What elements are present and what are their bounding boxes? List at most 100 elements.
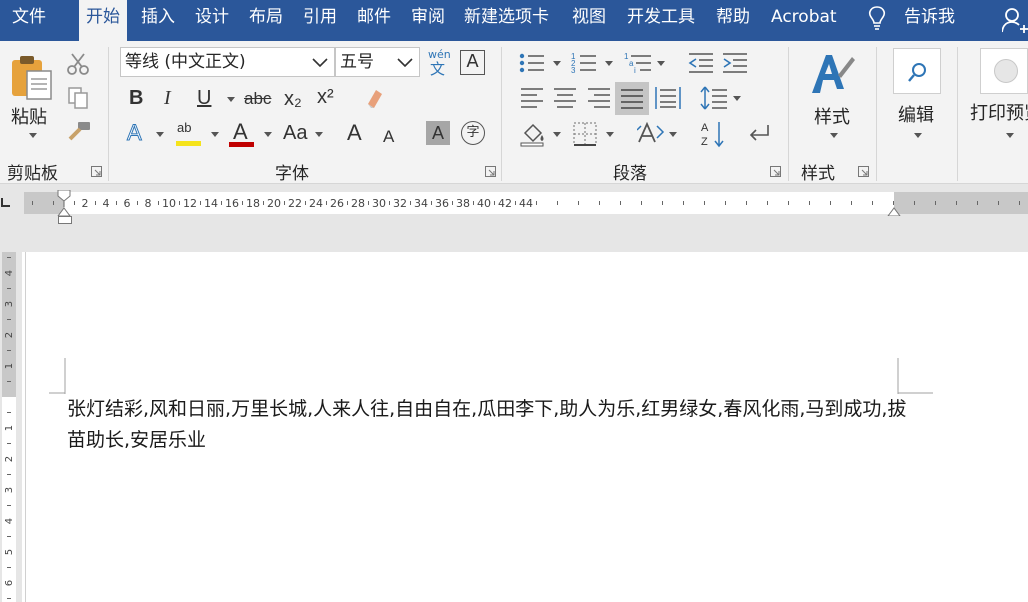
print-preview-button[interactable] bbox=[980, 48, 1028, 94]
align-right-icon[interactable] bbox=[587, 87, 611, 109]
clipboard-launcher-icon[interactable] bbox=[91, 166, 102, 177]
paste-icon[interactable] bbox=[9, 53, 53, 101]
format-painter-icon[interactable] bbox=[66, 121, 92, 143]
tab-mailings[interactable]: 邮件 bbox=[357, 0, 391, 34]
clipboard-group-label: 剪贴板 bbox=[7, 164, 58, 184]
chevron-down-icon[interactable] bbox=[605, 61, 613, 66]
tab-view[interactable]: 视图 bbox=[572, 0, 606, 34]
phonetic-guide-button[interactable]: wén 文 bbox=[428, 49, 452, 79]
underline-button[interactable]: U bbox=[197, 86, 211, 110]
styles-label[interactable]: 样式 bbox=[814, 103, 850, 129]
grow-font-button[interactable]: A bbox=[347, 121, 362, 145]
left-indent-marker[interactable] bbox=[58, 216, 72, 224]
tab-layout[interactable]: 布局 bbox=[249, 0, 283, 34]
ruler-number: 18 bbox=[246, 197, 260, 210]
show-marks-icon[interactable] bbox=[748, 123, 770, 143]
character-shading-button[interactable]: A bbox=[426, 121, 450, 145]
chevron-down-icon[interactable] bbox=[227, 97, 235, 102]
chevron-down-icon[interactable] bbox=[830, 133, 838, 138]
ruler-number: 5 bbox=[4, 549, 15, 555]
paragraph-launcher-icon[interactable] bbox=[770, 166, 781, 177]
copy-icon[interactable] bbox=[67, 86, 89, 110]
tab-selector-icon[interactable] bbox=[0, 196, 14, 210]
align-left-icon[interactable] bbox=[520, 87, 544, 109]
ruler-number: 42 bbox=[498, 197, 512, 210]
numbering-icon[interactable]: 1 2 3 bbox=[571, 51, 597, 75]
chevron-down-icon[interactable] bbox=[397, 58, 413, 67]
editing-button[interactable] bbox=[893, 48, 941, 94]
chevron-down-icon[interactable] bbox=[669, 132, 677, 137]
shading-icon[interactable] bbox=[519, 121, 547, 147]
chevron-down-icon[interactable] bbox=[657, 61, 665, 66]
tab-references[interactable]: 引用 bbox=[303, 0, 337, 34]
lightbulb-icon[interactable] bbox=[866, 5, 888, 31]
align-center-icon[interactable] bbox=[553, 87, 577, 109]
paste-label[interactable]: 粘贴 bbox=[11, 103, 47, 129]
ruler-number: 28 bbox=[351, 197, 365, 210]
tab-design[interactable]: 设计 bbox=[195, 0, 229, 34]
tab-insert[interactable]: 插入 bbox=[141, 0, 175, 34]
borders-icon[interactable] bbox=[573, 122, 597, 146]
distributed-icon[interactable] bbox=[655, 86, 681, 110]
styles-icon[interactable] bbox=[810, 51, 856, 97]
document-page[interactable]: 张灯结彩,风和日丽,万里长城,人来人往,自由自在,瓜田李下,助人为乐,红男绿女,… bbox=[25, 252, 1028, 602]
tab-review[interactable]: 审阅 bbox=[411, 0, 445, 34]
italic-button[interactable]: I bbox=[164, 86, 171, 110]
change-case-button[interactable]: Aa bbox=[283, 121, 307, 145]
text-highlight-button[interactable]: ab bbox=[176, 120, 204, 148]
bullets-icon[interactable] bbox=[519, 52, 545, 74]
tab-help[interactable]: 帮助 bbox=[716, 0, 750, 34]
subscript-button[interactable]: x₂ bbox=[284, 87, 302, 111]
ruler-number: 34 bbox=[414, 197, 428, 210]
tab-new[interactable]: 新建选项卡 bbox=[464, 0, 549, 34]
chevron-down-icon[interactable] bbox=[156, 132, 164, 137]
ribbon-tab-bar: 文件 开始 插入 设计 布局 引用 邮件 审阅 新建选项卡 视图 开发工具 帮助… bbox=[0, 0, 1028, 41]
superscript-button[interactable]: x² bbox=[317, 85, 334, 109]
decrease-indent-icon[interactable] bbox=[688, 51, 714, 75]
multilevel-list-icon[interactable]: 1 a i bbox=[624, 51, 652, 75]
clear-formatting-icon[interactable] bbox=[362, 86, 386, 110]
font-launcher-icon[interactable] bbox=[485, 166, 496, 177]
increase-indent-icon[interactable] bbox=[722, 51, 748, 75]
styles-launcher-icon[interactable] bbox=[858, 166, 869, 177]
tell-me-search[interactable]: 告诉我 bbox=[904, 0, 955, 34]
chevron-down-icon[interactable] bbox=[606, 132, 614, 137]
font-color-button[interactable]: A bbox=[229, 119, 257, 149]
document-body-text[interactable]: 张灯结彩,风和日丽,万里长城,人来人往,自由自在,瓜田李下,助人为乐,红男绿女,… bbox=[67, 394, 907, 456]
chevron-down-icon[interactable] bbox=[553, 61, 561, 66]
paragraph-group-label: 段落 bbox=[613, 164, 647, 184]
asian-layout-icon[interactable] bbox=[637, 122, 665, 146]
strikethrough-button[interactable]: abc bbox=[244, 87, 271, 111]
character-border-button[interactable]: A bbox=[460, 50, 485, 75]
font-name-combo[interactable]: 等线 (中文正文) bbox=[120, 47, 335, 77]
tab-acrobat[interactable]: Acrobat bbox=[771, 0, 837, 34]
font-size-combo[interactable]: 五号 bbox=[335, 47, 420, 77]
chevron-down-icon[interactable] bbox=[211, 132, 219, 137]
line-spacing-icon[interactable] bbox=[700, 85, 728, 111]
tab-developer[interactable]: 开发工具 bbox=[627, 0, 695, 34]
editing-label[interactable]: 编辑 bbox=[898, 101, 934, 127]
tab-file[interactable]: 文件 bbox=[12, 0, 46, 34]
shrink-font-button[interactable]: A bbox=[383, 125, 394, 149]
character-shading-letter: A bbox=[431, 123, 444, 143]
horizontal-ruler[interactable]: 2 4 6 8 10 12 14 16 18 20 22 24 26 28 30 32 34 36 38 40 42 44 bbox=[24, 190, 1028, 216]
chevron-down-icon[interactable] bbox=[315, 132, 323, 137]
cut-icon[interactable] bbox=[66, 52, 90, 76]
chevron-down-icon[interactable] bbox=[553, 132, 561, 137]
tab-home[interactable]: 开始 bbox=[79, 0, 127, 41]
text-effects-button[interactable]: A bbox=[127, 120, 143, 145]
chevron-down-icon[interactable] bbox=[1006, 133, 1014, 138]
chevron-down-icon[interactable] bbox=[733, 96, 741, 101]
sort-icon[interactable]: A Z bbox=[701, 120, 725, 148]
chevron-down-icon[interactable] bbox=[312, 58, 328, 67]
chevron-down-icon[interactable] bbox=[914, 133, 922, 138]
vertical-ruler[interactable]: 4 3 2 1 1 2 3 4 5 6 bbox=[0, 252, 22, 602]
bold-button[interactable]: B bbox=[129, 86, 143, 110]
highlight-letters: ab bbox=[177, 120, 192, 135]
justify-button[interactable] bbox=[615, 82, 649, 115]
print-preview-label[interactable]: 打印预览 bbox=[970, 99, 1028, 125]
enclose-characters-button[interactable]: 字 bbox=[461, 121, 485, 145]
share-person-icon[interactable] bbox=[1002, 6, 1028, 34]
chevron-down-icon[interactable] bbox=[29, 133, 37, 138]
chevron-down-icon[interactable] bbox=[264, 132, 272, 137]
